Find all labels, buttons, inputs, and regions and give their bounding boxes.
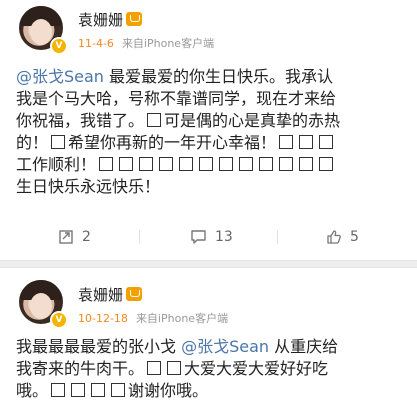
weibo-post-2: V 袁姗姗 10-12-18 来自iPhone客户端 我最最最最爱的张小戈 @张戈… bbox=[0, 268, 417, 416]
missing-emoji-icon bbox=[51, 135, 66, 149]
content-text: 生日快乐永远快乐！ bbox=[16, 177, 161, 196]
missing-emoji-icon bbox=[111, 383, 126, 397]
repost-count: 2 bbox=[82, 229, 91, 245]
missing-emoji-icon bbox=[319, 135, 334, 149]
post-meta: 10-12-18 来自iPhone客户端 bbox=[78, 310, 228, 326]
repost-button[interactable]: 2 bbox=[58, 225, 91, 249]
member-crown-icon bbox=[126, 12, 143, 26]
content-line: 我是个马大哈，号称不靠谱同学，现在才来给 bbox=[16, 88, 404, 110]
post-time: 10-12-18 bbox=[78, 312, 128, 325]
missing-emoji-icon bbox=[139, 157, 154, 171]
content-line: 我最最最最爱的张小戈 @张戈Sean 从重庆给 bbox=[16, 336, 404, 358]
content-line: 工作顺利！ bbox=[16, 154, 404, 176]
missing-emoji-icon bbox=[147, 361, 162, 375]
missing-emoji-icon bbox=[71, 383, 86, 397]
missing-emoji-icon bbox=[119, 157, 134, 171]
verified-badge-icon: V bbox=[50, 37, 68, 55]
username[interactable]: 袁姗姗 bbox=[78, 9, 143, 30]
content-text: 我是个马大哈，号称不靠谱同学，现在才来给 bbox=[16, 89, 337, 108]
missing-emoji-icon bbox=[299, 135, 314, 149]
missing-emoji-icon bbox=[91, 383, 106, 397]
missing-emoji-icon bbox=[219, 157, 234, 171]
content-line: 的！ 希望你再新的一年开心幸福！ bbox=[16, 132, 404, 154]
missing-emoji-icon bbox=[167, 361, 182, 375]
missing-emoji-icon bbox=[279, 157, 294, 171]
content-text: 大爱大爱大爱好好吃 bbox=[184, 359, 329, 378]
missing-emoji-icon bbox=[179, 157, 194, 171]
content-text: 可是偶的心是真挚的赤热 bbox=[164, 111, 341, 130]
like-icon bbox=[327, 230, 341, 244]
user-mention-link[interactable]: @张戈Sean bbox=[181, 337, 269, 356]
content-line: 我寄来的牛肉干。 大爱大爱大爱好好吃 bbox=[16, 358, 404, 380]
missing-emoji-icon bbox=[279, 135, 294, 149]
action-bar: 2 13 5 bbox=[0, 225, 417, 249]
content-text: 哦。 bbox=[16, 381, 49, 400]
repost-icon bbox=[59, 230, 73, 244]
content-line: 你祝福，我错了。 可是偶的心是真挚的赤热 bbox=[16, 110, 404, 132]
missing-emoji-icon bbox=[319, 157, 334, 171]
member-crown-icon bbox=[126, 287, 143, 301]
content-text: 最爱最爱的你生日快乐。我承认 bbox=[103, 67, 334, 86]
comment-button[interactable]: 13 bbox=[190, 225, 233, 249]
post-time: 11-4-6 bbox=[78, 37, 114, 50]
post-meta: 11-4-6 来自iPhone客户端 bbox=[78, 35, 214, 51]
post-source: 来自iPhone客户端 bbox=[121, 37, 215, 50]
content-text: 我最最最最爱的张小戈 bbox=[16, 337, 182, 356]
weibo-post-1: V 袁姗姗 11-4-6 来自iPhone客户端 @张戈Sean 最爱最爱的你生日… bbox=[0, 0, 417, 262]
content-text: 你祝福，我错了。 bbox=[16, 111, 145, 130]
post-content: 我最最最最爱的张小戈 @张戈Sean 从重庆给 我寄来的牛肉干。 大爱大爱大爱好好吃… bbox=[16, 336, 404, 402]
like-button[interactable]: 5 bbox=[326, 225, 359, 249]
content-text: 的！ bbox=[16, 133, 49, 152]
missing-emoji-icon bbox=[51, 383, 66, 397]
missing-emoji-icon bbox=[239, 157, 254, 171]
content-line: 生日快乐永远快乐！ bbox=[16, 176, 404, 198]
missing-emoji-icon bbox=[199, 157, 214, 171]
missing-emoji-icon bbox=[99, 157, 114, 171]
user-mention-link[interactable]: @张戈Sean bbox=[16, 67, 104, 86]
content-text: 希望你再新的一年开心幸福！ bbox=[68, 133, 277, 152]
post-content: @张戈Sean 最爱最爱的你生日快乐。我承认 我是个马大哈，号称不靠谱同学，现在才… bbox=[16, 66, 404, 198]
missing-emoji-icon bbox=[159, 157, 174, 171]
content-text: 从重庆给 bbox=[269, 337, 339, 356]
comment-icon bbox=[191, 230, 206, 244]
missing-emoji-icon bbox=[259, 157, 274, 171]
post-separator bbox=[0, 260, 417, 268]
comment-count: 13 bbox=[215, 229, 233, 245]
content-text: 工作顺利！ bbox=[16, 155, 97, 174]
content-line: @张戈Sean 最爱最爱的你生日快乐。我承认 bbox=[16, 66, 404, 88]
like-count: 5 bbox=[350, 229, 359, 245]
post-source: 来自iPhone客户端 bbox=[135, 312, 229, 325]
content-text: 我寄来的牛肉干。 bbox=[16, 359, 145, 378]
verified-badge-icon: V bbox=[50, 311, 68, 329]
username[interactable]: 袁姗姗 bbox=[78, 284, 143, 305]
content-text: 谢谢你哦。 bbox=[128, 381, 209, 400]
content-line: 哦。 谢谢你哦。 bbox=[16, 380, 404, 402]
missing-emoji-icon bbox=[299, 157, 314, 171]
missing-emoji-icon bbox=[147, 113, 162, 127]
